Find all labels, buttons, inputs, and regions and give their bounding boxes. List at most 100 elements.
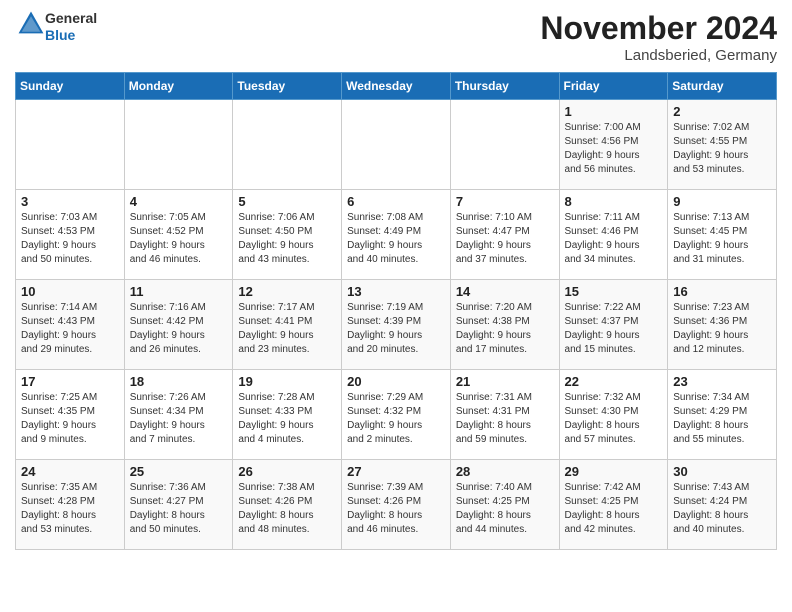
day-number: 12: [238, 284, 336, 299]
day-number: 8: [565, 194, 663, 209]
day-info: Sunrise: 7:13 AM Sunset: 4:45 PM Dayligh…: [673, 211, 771, 267]
calendar-cell: 27 Sunrise: 7:39 AM Sunset: 4:26 PM Dayli…: [342, 460, 451, 550]
logo: General Blue: [15, 10, 97, 44]
calendar-cell: 6 Sunrise: 7:08 AM Sunset: 4:49 PM Daylig…: [342, 190, 451, 280]
month-title: November 2024: [540, 10, 777, 47]
calendar-cell: 11 Sunrise: 7:16 AM Sunset: 4:42 PM Dayli…: [124, 280, 233, 370]
day-number: 6: [347, 194, 445, 209]
calendar-cell: 22 Sunrise: 7:32 AM Sunset: 4:30 PM Dayli…: [559, 370, 668, 460]
day-number: 1: [565, 104, 663, 119]
calendar-cell: 5Sunrise: 7:06 AM Sunset: 4:50 PM Daylig…: [233, 190, 342, 280]
weekday-header: Tuesday: [233, 73, 342, 100]
calendar-cell: 24 Sunrise: 7:35 AM Sunset: 4:28 PM Dayli…: [16, 460, 125, 550]
day-number: 9: [673, 194, 771, 209]
calendar-cell: 20 Sunrise: 7:29 AM Sunset: 4:32 PM Dayli…: [342, 370, 451, 460]
day-info: Sunrise: 7:34 AM Sunset: 4:29 PM Dayligh…: [673, 391, 771, 447]
day-info: Sunrise: 7:39 AM Sunset: 4:26 PM Dayligh…: [347, 481, 445, 537]
day-number: 27: [347, 464, 445, 479]
day-number: 13: [347, 284, 445, 299]
weekday-header: Friday: [559, 73, 668, 100]
day-number: 19: [238, 374, 336, 389]
day-number: 4: [130, 194, 228, 209]
calendar-cell: 18 Sunrise: 7:26 AM Sunset: 4:34 PM Dayli…: [124, 370, 233, 460]
day-info: Sunrise: 7:26 AM Sunset: 4:34 PM Dayligh…: [130, 391, 228, 447]
calendar-week-row: 24 Sunrise: 7:35 AM Sunset: 4:28 PM Dayli…: [16, 460, 777, 550]
calendar-cell: 1 Sunrise: 7:00 AM Sunset: 4:56 PM Daylig…: [559, 100, 668, 190]
day-info: Sunrise: 7:03 AM Sunset: 4:53 PM Dayligh…: [21, 211, 119, 267]
calendar-cell: 16Sunrise: 7:23 AM Sunset: 4:36 PM Dayli…: [668, 280, 777, 370]
page-header: General Blue November 2024 Landsberied, …: [15, 10, 777, 64]
day-number: 2: [673, 104, 771, 119]
calendar-cell: [124, 100, 233, 190]
day-info: Sunrise: 7:10 AM Sunset: 4:47 PM Dayligh…: [456, 211, 554, 267]
weekday-header: Thursday: [450, 73, 559, 100]
day-info: Sunrise: 7:32 AM Sunset: 4:30 PM Dayligh…: [565, 391, 663, 447]
day-info: Sunrise: 7:40 AM Sunset: 4:25 PM Dayligh…: [456, 481, 554, 537]
day-number: 24: [21, 464, 119, 479]
day-info: Sunrise: 7:16 AM Sunset: 4:42 PM Dayligh…: [130, 301, 228, 357]
day-info: Sunrise: 7:35 AM Sunset: 4:28 PM Dayligh…: [21, 481, 119, 537]
day-info: Sunrise: 7:06 AM Sunset: 4:50 PM Dayligh…: [238, 211, 336, 267]
day-info: Sunrise: 7:00 AM Sunset: 4:56 PM Dayligh…: [565, 121, 663, 177]
day-number: 26: [238, 464, 336, 479]
day-info: Sunrise: 7:28 AM Sunset: 4:33 PM Dayligh…: [238, 391, 336, 447]
day-info: Sunrise: 7:22 AM Sunset: 4:37 PM Dayligh…: [565, 301, 663, 357]
day-info: Sunrise: 7:43 AM Sunset: 4:24 PM Dayligh…: [673, 481, 771, 537]
calendar-cell: 4 Sunrise: 7:05 AM Sunset: 4:52 PM Daylig…: [124, 190, 233, 280]
day-info: Sunrise: 7:25 AM Sunset: 4:35 PM Dayligh…: [21, 391, 119, 447]
calendar-cell: 25Sunrise: 7:36 AM Sunset: 4:27 PM Dayli…: [124, 460, 233, 550]
weekday-header-row: SundayMondayTuesdayWednesdayThursdayFrid…: [16, 73, 777, 100]
day-number: 7: [456, 194, 554, 209]
calendar-cell: [233, 100, 342, 190]
day-number: 28: [456, 464, 554, 479]
calendar-cell: 21Sunrise: 7:31 AM Sunset: 4:31 PM Dayli…: [450, 370, 559, 460]
calendar-cell: 28 Sunrise: 7:40 AM Sunset: 4:25 PM Dayli…: [450, 460, 559, 550]
day-info: Sunrise: 7:02 AM Sunset: 4:55 PM Dayligh…: [673, 121, 771, 177]
weekday-header: Saturday: [668, 73, 777, 100]
weekday-header: Wednesday: [342, 73, 451, 100]
day-number: 29: [565, 464, 663, 479]
calendar-cell: 29 Sunrise: 7:42 AM Sunset: 4:25 PM Dayli…: [559, 460, 668, 550]
logo-icon: [17, 10, 45, 38]
weekday-header: Monday: [124, 73, 233, 100]
calendar-cell: 9 Sunrise: 7:13 AM Sunset: 4:45 PM Daylig…: [668, 190, 777, 280]
calendar-cell: 19 Sunrise: 7:28 AM Sunset: 4:33 PM Dayli…: [233, 370, 342, 460]
calendar-cell: 10Sunrise: 7:14 AM Sunset: 4:43 PM Dayli…: [16, 280, 125, 370]
day-number: 20: [347, 374, 445, 389]
calendar-cell: 2 Sunrise: 7:02 AM Sunset: 4:55 PM Daylig…: [668, 100, 777, 190]
day-number: 21: [456, 374, 554, 389]
day-info: Sunrise: 7:05 AM Sunset: 4:52 PM Dayligh…: [130, 211, 228, 267]
calendar-week-row: 17 Sunrise: 7:25 AM Sunset: 4:35 PM Dayli…: [16, 370, 777, 460]
day-number: 18: [130, 374, 228, 389]
calendar-week-row: 10Sunrise: 7:14 AM Sunset: 4:43 PM Dayli…: [16, 280, 777, 370]
day-info: Sunrise: 7:42 AM Sunset: 4:25 PM Dayligh…: [565, 481, 663, 537]
day-number: 22: [565, 374, 663, 389]
day-info: Sunrise: 7:19 AM Sunset: 4:39 PM Dayligh…: [347, 301, 445, 357]
calendar-cell: 3Sunrise: 7:03 AM Sunset: 4:53 PM Daylig…: [16, 190, 125, 280]
calendar-week-row: 1 Sunrise: 7:00 AM Sunset: 4:56 PM Daylig…: [16, 100, 777, 190]
day-info: Sunrise: 7:38 AM Sunset: 4:26 PM Dayligh…: [238, 481, 336, 537]
calendar-cell: 26 Sunrise: 7:38 AM Sunset: 4:26 PM Dayli…: [233, 460, 342, 550]
calendar-cell: [16, 100, 125, 190]
day-info: Sunrise: 7:36 AM Sunset: 4:27 PM Dayligh…: [130, 481, 228, 537]
day-number: 17: [21, 374, 119, 389]
day-number: 15: [565, 284, 663, 299]
day-info: Sunrise: 7:11 AM Sunset: 4:46 PM Dayligh…: [565, 211, 663, 267]
calendar-cell: 23 Sunrise: 7:34 AM Sunset: 4:29 PM Dayli…: [668, 370, 777, 460]
calendar-cell: 30Sunrise: 7:43 AM Sunset: 4:24 PM Dayli…: [668, 460, 777, 550]
day-number: 23: [673, 374, 771, 389]
calendar-cell: 12Sunrise: 7:17 AM Sunset: 4:41 PM Dayli…: [233, 280, 342, 370]
day-number: 16: [673, 284, 771, 299]
calendar-table: SundayMondayTuesdayWednesdayThursdayFrid…: [15, 72, 777, 550]
logo-text: General Blue: [45, 10, 97, 44]
day-number: 11: [130, 284, 228, 299]
day-number: 10: [21, 284, 119, 299]
calendar-cell: [450, 100, 559, 190]
calendar-cell: 7 Sunrise: 7:10 AM Sunset: 4:47 PM Daylig…: [450, 190, 559, 280]
day-info: Sunrise: 7:29 AM Sunset: 4:32 PM Dayligh…: [347, 391, 445, 447]
calendar-cell: 8 Sunrise: 7:11 AM Sunset: 4:46 PM Daylig…: [559, 190, 668, 280]
calendar-week-row: 3Sunrise: 7:03 AM Sunset: 4:53 PM Daylig…: [16, 190, 777, 280]
calendar-cell: 14Sunrise: 7:20 AM Sunset: 4:38 PM Dayli…: [450, 280, 559, 370]
day-info: Sunrise: 7:08 AM Sunset: 4:49 PM Dayligh…: [347, 211, 445, 267]
calendar-cell: [342, 100, 451, 190]
